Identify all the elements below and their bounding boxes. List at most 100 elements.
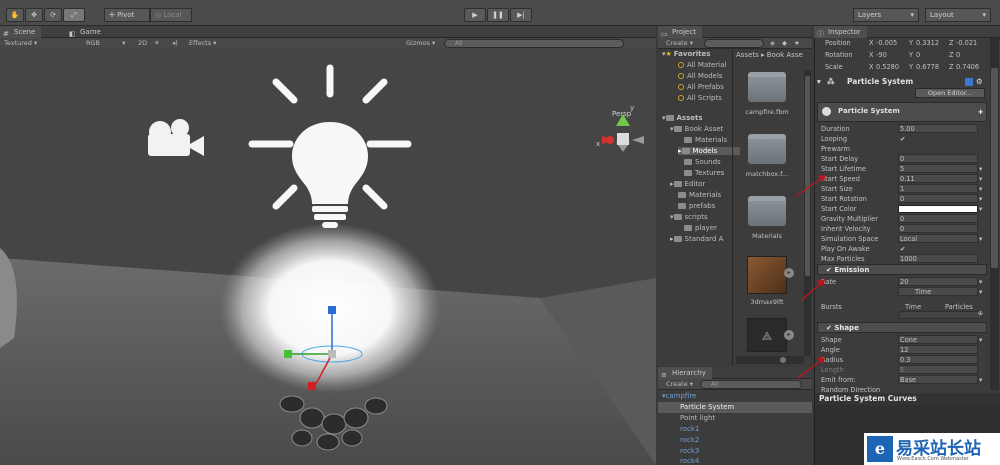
step-button[interactable]: ▶| [510,8,532,22]
hierarchy-item[interactable]: Point light [658,413,812,424]
tree-item[interactable]: prefabs [678,202,715,210]
favorite-item[interactable]: All Scripts [678,94,722,102]
tree-item[interactable]: ▾ scripts [670,213,708,221]
tab-project[interactable]: ▭ Project [658,26,702,38]
start-color-swatch[interactable] [898,205,978,213]
favorite-item[interactable]: All Models [678,72,723,80]
chevron-down-icon: ▾ [432,39,436,47]
move-tool-button[interactable]: ✥ [25,8,43,22]
rotation-y-field[interactable]: 0 [916,50,920,60]
chevron-down-icon[interactable]: ▾ [979,287,982,297]
shape-section[interactable]: ✔ Shape [817,322,987,333]
tree-item[interactable]: ▸ Standard A [670,235,723,243]
property-checkbox[interactable]: ✔ [900,244,975,254]
play-button[interactable]: ▶ [464,8,486,22]
rate-mode-row: Time ▾ [815,287,985,297]
filter-type-button[interactable]: ◈ [770,38,775,49]
gizmos-label: Gizmos [406,39,430,47]
tree-item[interactable]: ▾ Book Asset [670,125,723,133]
hand-tool-button[interactable]: ✋ [6,8,24,22]
project-create-dropdown[interactable]: Create ▾ [666,38,693,49]
favorite-item[interactable]: All Prefabs [678,83,724,91]
position-z-field[interactable]: -0.021 [956,38,977,48]
help-icon[interactable] [965,78,973,86]
favorite-button[interactable]: ★ [794,38,800,49]
pause-button[interactable]: ❚❚ [487,8,509,22]
tab-inspector[interactable]: ⓘ Inspector [814,26,867,38]
rotation-z-field[interactable]: 0 [956,50,960,60]
breadcrumb-item[interactable]: Assets [736,51,759,59]
tab-hierarchy[interactable]: ≡ Hierarchy [658,367,712,379]
layers-label: Layers [858,11,882,19]
axis-y-label: Y [909,51,914,59]
tree-item-selected[interactable]: ▸ Models [678,147,740,155]
local-label: Local [163,11,182,19]
hierarchy-root[interactable]: ▾campfire [658,391,812,402]
chevron-down-icon[interactable]: ▾ [979,184,982,194]
chevron-down-icon[interactable]: ▾ [979,194,982,204]
folder-icon [684,137,692,143]
chevron-down-icon[interactable]: ▾ [979,277,982,287]
tree-item[interactable]: ▸ Editor [670,180,705,188]
property-label: Looping [821,135,848,143]
scene-search-input[interactable]: All [444,39,624,48]
rotate-tool-button[interactable]: ⟳ [44,8,62,22]
tree-item[interactable]: player [684,224,717,232]
chevron-down-icon[interactable]: ▾ [979,335,982,345]
asset-label: Materials [752,232,782,240]
favorite-item[interactable]: All Material [678,61,726,69]
tab-hierarchy-label: Hierarchy [672,369,706,377]
chevron-down-icon[interactable]: ▾ [979,174,982,184]
scale-y-field[interactable]: 0.6778 [916,62,939,72]
chevron-down-icon[interactable]: ▾ [979,375,982,385]
scrollbar-thumb[interactable] [991,68,998,268]
asset-item[interactable]: campfire.fbm [742,72,792,116]
scene-viewport[interactable]: y x Persp [0,48,656,465]
tree-item[interactable]: Materials [684,136,727,144]
favorites-header[interactable]: ▾★ Favorites [662,50,710,58]
project-search-input[interactable] [704,39,764,48]
add-burst-icon[interactable]: ⊕ [978,310,983,317]
chevron-down-icon[interactable]: ▾ [979,234,982,244]
property-row: Start Speed 0.11 ▾ [815,174,985,184]
scale-z-field[interactable]: 0.7406 [956,62,979,72]
rotation-x-field[interactable]: -90 [876,50,887,60]
position-y-field[interactable]: 0.3312 [916,38,939,48]
tab-game[interactable]: ◧ Game [66,26,107,38]
add-module-icon[interactable]: ✚ [978,109,983,116]
component-header[interactable]: ▾ ⁂ Particle System ⚙ [815,76,987,88]
layout-dropdown[interactable]: Layout ▾ [925,8,991,22]
position-x-field[interactable]: -0.005 [876,38,897,48]
main-toolbar: ✋ ✥ ⟳ ⤢ ✛ Pivot ◎ Local ▶ ❚❚ ▶| Layers ▾ … [0,0,1000,26]
breadcrumb-item[interactable]: Book Asse [767,51,803,59]
property-checkbox[interactable]: ✔ [900,134,975,144]
chevron-down-icon[interactable]: ▾ [979,164,982,174]
settings-icon[interactable]: ⚙ [976,76,983,88]
tab-scene[interactable]: # Scene [0,26,42,38]
local-toggle[interactable]: ◎ Local [150,8,192,22]
property-row: Play On Awake ✔ [815,244,985,254]
folder-icon [673,214,682,220]
inspector-scrollbar[interactable] [990,38,999,390]
layers-dropdown[interactable]: Layers ▾ [853,8,919,22]
assets-header[interactable]: ▾ Assets [662,114,703,122]
filter-label-button[interactable]: ◆ [782,38,787,49]
persp-label[interactable]: Persp [612,110,631,118]
open-editor-button[interactable]: Open Editor... [915,88,985,98]
scale-x-field[interactable]: 0.5280 [876,62,899,72]
chevron-down-icon[interactable]: ▾ [979,204,982,214]
scale-tool-button[interactable]: ⤢ [63,8,85,22]
hierarchy-item-selected[interactable]: Particle System [658,402,812,413]
tree-item[interactable]: Sounds [684,158,721,166]
tree-item[interactable]: Textures [684,169,724,177]
hierarchy-item[interactable]: rock2 [658,435,812,446]
hierarchy-item[interactable]: rock4 [658,456,812,465]
emission-section[interactable]: ✔ Emission [817,264,987,275]
pivot-toggle[interactable]: ✛ Pivot [104,8,150,22]
module-header[interactable]: Particle System ✚ [817,102,987,122]
watermark-subtext: Www.Easck.Com Webmaster [897,456,969,462]
tree-item[interactable]: Materials [678,191,721,199]
property-value: 0 [900,215,905,223]
hierarchy-item[interactable]: rock1 [658,424,812,435]
hierarchy-create-dropdown[interactable]: Create ▾ [666,379,693,390]
